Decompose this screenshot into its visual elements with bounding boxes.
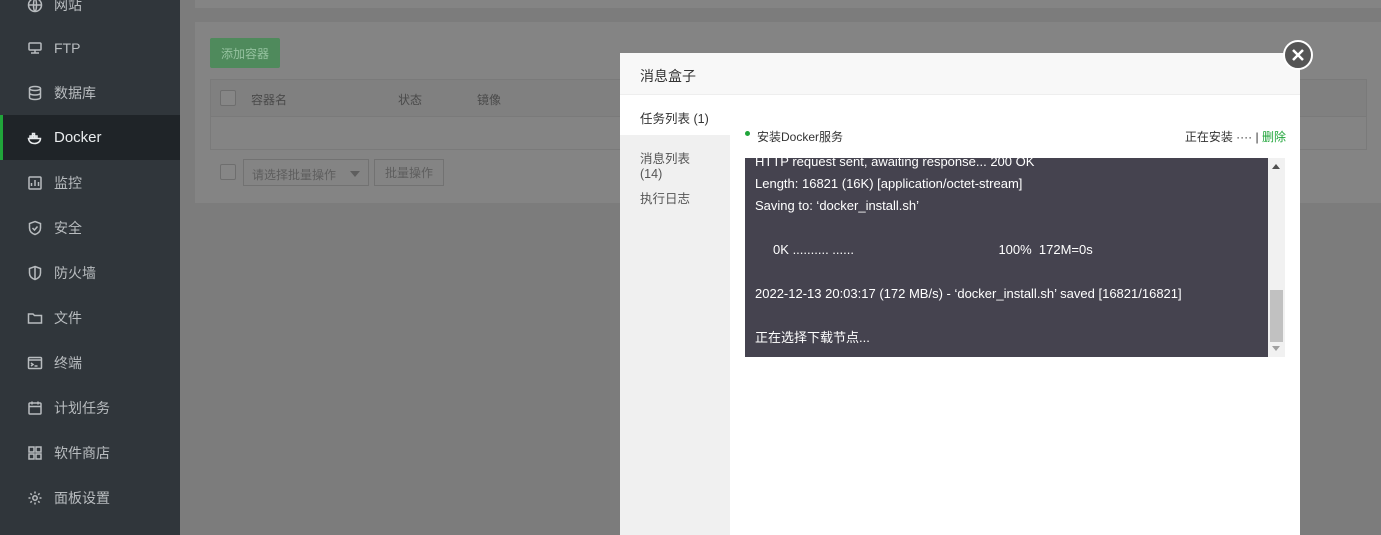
sidebar-item-label: 安全 [54,219,82,236]
status-dot-icon [745,131,750,136]
sidebar-item-firewall[interactable]: 防火墙 [0,250,180,295]
scrollbar-thumb[interactable] [1270,290,1283,342]
ftp-icon [26,39,44,57]
sidebar-item-docker[interactable]: Docker [0,115,180,160]
close-icon [1292,49,1304,61]
database-icon [26,84,44,102]
firewall-icon [26,264,44,282]
sidebar-item-label: 终端 [54,354,82,371]
task-item: 安装Docker服务 正在安装 ···· | 删除 [745,126,1286,144]
task-status-text: 正在安装 ···· [1184,130,1253,144]
sidebar-item-ftp[interactable]: FTP [0,25,180,70]
tab-task-list[interactable]: 任务列表 (1) [620,95,730,135]
sidebar-item-label: Docker [54,129,102,146]
sidebar-item-settings[interactable]: 面板设置 [0,475,180,520]
sidebar-item-label: 数据库 [54,84,96,101]
sidebar-item-label: 监控 [54,174,82,191]
log-line: Saving to: ‘docker_install.sh’ [755,198,920,213]
column-header-name: 容器名 [251,93,288,107]
batch-action-select[interactable]: 请选择批量操作 [243,159,369,186]
batch-select-checkbox[interactable] [220,164,236,180]
sidebar-item-database[interactable]: 数据库 [0,70,180,115]
sidebar-item-app-store[interactable]: 软件商店 [0,430,180,475]
sidebar-item-security[interactable]: 安全 [0,205,180,250]
folder-icon [26,309,44,327]
log-line: Length: 16821 (16K) [application/octet-s… [755,176,1023,191]
log-scrollbar[interactable] [1268,158,1285,357]
task-name: 安装Docker服务 [757,130,844,144]
log-line: 正在选择下载节点... [755,330,870,345]
add-container-button[interactable]: 添加容器 [210,38,280,68]
apps-icon [26,444,44,462]
sidebar: 网站 FTP 数据库 Docker 监控 安全 防火墙 文件 终端 计划任务 软… [0,0,180,535]
sidebar-item-files[interactable]: 文件 [0,295,180,340]
sidebar-item-cron[interactable]: 计划任务 [0,385,180,430]
install-log-output[interactable]: HTTP request sent, awaiting response... … [745,158,1268,357]
monitor-icon [26,174,44,192]
select-all-checkbox[interactable] [220,90,236,106]
sidebar-item-monitor[interactable]: 监控 [0,160,180,205]
sidebar-item-website[interactable]: 网站 [0,0,180,27]
sidebar-item-label: 文件 [54,309,82,326]
sidebar-item-label: FTP [54,39,81,56]
log-line: HTTP request sent, awaiting response... … [755,158,1035,169]
calendar-icon [26,399,44,417]
sidebar-item-terminal[interactable]: 终端 [0,340,180,385]
sidebar-item-label: 网站 [54,0,82,13]
column-header-status: 状态 [398,93,423,107]
sidebar-item-label: 计划任务 [54,399,110,416]
sidebar-item-label: 软件商店 [54,444,110,461]
shield-icon [26,219,44,237]
task-separator: | [1255,130,1259,144]
message-box-modal: 消息盒子 任务列表 (1) 消息列表 (14) 执行日志 安装Docker服务 … [620,53,1300,535]
batch-action-button[interactable]: 批量操作 [374,159,444,186]
tab-execution-log[interactable]: 执行日志 [620,175,730,215]
scroll-down-icon[interactable] [1272,346,1280,351]
modal-tabs: 任务列表 (1) 消息列表 (14) 执行日志 [620,95,730,535]
task-status: 正在安装 ···· | 删除 [1185,128,1286,145]
log-line: 0K .......... ...... 100% 172M=0s [755,242,1093,257]
log-line: 2022-12-13 20:03:17 (172 MB/s) - ‘docker… [755,286,1182,301]
modal-title: 消息盒子 [620,53,1300,95]
gear-icon [26,489,44,507]
docker-icon [26,129,44,147]
modal-close-button[interactable] [1283,40,1313,70]
delete-task-link[interactable]: 删除 [1262,130,1286,144]
top-card [195,0,1381,8]
scroll-up-icon[interactable] [1272,164,1280,169]
sidebar-item-label: 面板设置 [54,489,110,506]
globe-icon [26,0,44,14]
terminal-icon [26,354,44,372]
column-header-image: 镜像 [477,93,502,107]
batch-action-placeholder: 请选择批量操作 [252,168,337,182]
chevron-down-icon [350,171,360,177]
sidebar-item-label: 防火墙 [54,264,96,281]
tab-message-list[interactable]: 消息列表 (14) [620,135,730,181]
